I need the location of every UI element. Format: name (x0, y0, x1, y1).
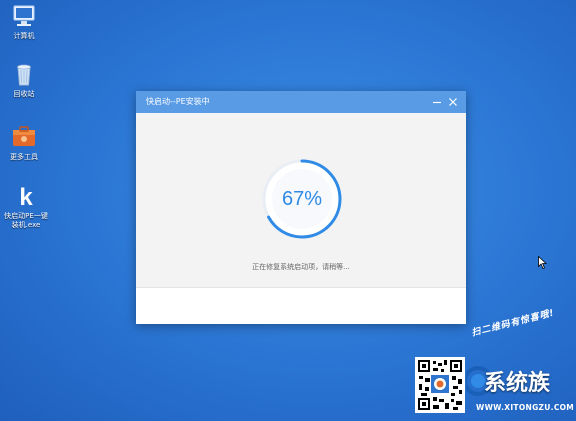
close-icon[interactable] (446, 95, 460, 109)
desktop-icon-label: 回收站 (13, 90, 35, 98)
window-title: 快启动--PE安装中 (146, 97, 210, 106)
mouse-cursor-icon (538, 256, 547, 269)
site-name: 系统族 (484, 371, 551, 396)
desktop-icon-computer[interactable]: 计算机 (0, 3, 48, 41)
window-body: 67% 正在修复系统启动项，请稍等... (136, 113, 466, 287)
site-url: WWW.XITONGZU.COM (476, 403, 575, 412)
desktop-icon-label-line1: 快启动PE一键 (4, 212, 48, 220)
desktop-icon-kqd-installer[interactable]: k 快启动PE一键 装机.exe (0, 183, 52, 230)
desktop-icon-label: 更多工具 (10, 153, 38, 161)
window-titlebar[interactable]: 快启动--PE安装中 (136, 91, 466, 113)
desktop-icon-more-tools[interactable]: 更多工具 (0, 124, 48, 162)
qr-code-icon (415, 357, 465, 413)
desktop-icon-recycle-bin[interactable]: 回收站 (0, 61, 48, 99)
promo-text: 扫二维码有惊喜哦! (470, 308, 556, 339)
kqd-app-icon: k (19, 184, 33, 209)
window-footer (136, 287, 466, 324)
site-watermark: 系统族 WWW.XITONGZU.COM (466, 361, 576, 419)
toolbox-icon (13, 126, 35, 146)
svg-text:k: k (19, 184, 33, 209)
desktop-icon-label: 计算机 (13, 32, 35, 40)
progress-percent: 67% (281, 187, 323, 210)
recycle-bin-icon (17, 64, 31, 86)
status-message: 正在修复系统启动项，请稍等... (252, 263, 350, 271)
pe-installer-window: 快启动--PE安装中 67% 正在修复系统启动项，请稍等... (136, 91, 466, 324)
minimize-icon[interactable] (430, 95, 444, 109)
computer-icon (13, 5, 35, 26)
desktop-icon-label-line2: 装机.exe (11, 221, 41, 229)
